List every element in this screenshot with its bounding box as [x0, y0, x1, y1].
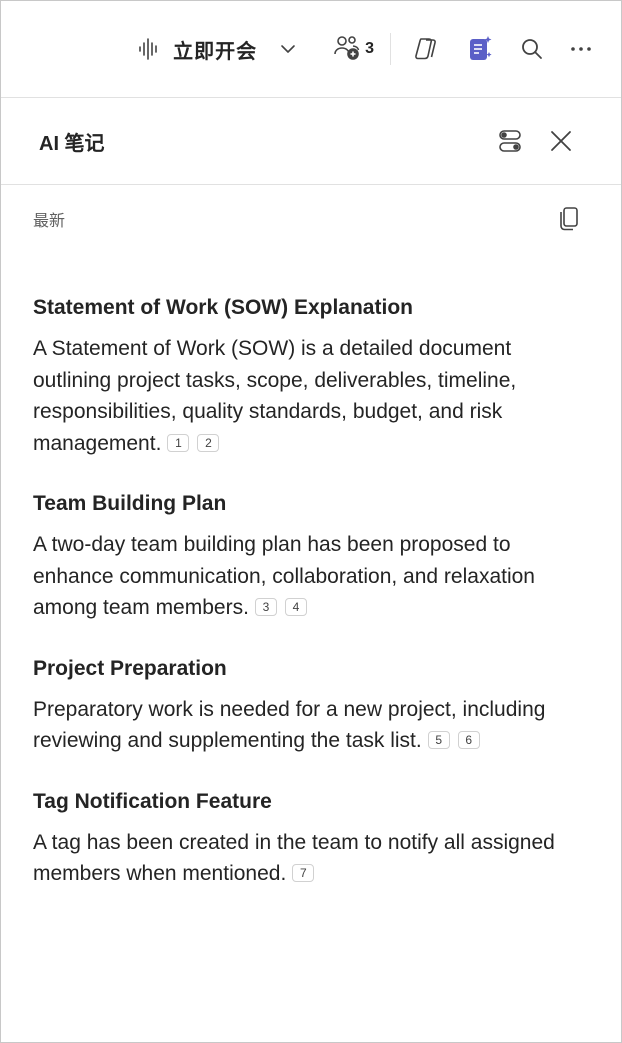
panel-header: AI 笔记: [1, 98, 621, 185]
note-section-title: Tag Notification Feature: [33, 789, 272, 813]
citation-badge[interactable]: 7: [292, 864, 315, 882]
participants-count: 3: [365, 40, 374, 57]
latest-row: 最新: [33, 185, 581, 253]
note-section-title: Project Preparation: [33, 656, 227, 680]
note-section: Tag Notification Feature A tag has been …: [33, 787, 581, 890]
ai-notes-icon[interactable]: [465, 34, 495, 64]
note-section-title: Statement of Work (SOW) Explanation: [33, 296, 413, 319]
add-people-icon: [333, 34, 361, 65]
citation-badge[interactable]: 5: [427, 731, 450, 749]
note-section-body: Preparatory work is needed for a new pro…: [33, 694, 581, 757]
latest-label: 最新: [33, 213, 66, 230]
citation-badge[interactable]: 4: [284, 598, 307, 616]
note-section: Statement of Work (SOW) Explanation A St…: [33, 293, 581, 459]
audio-wave-icon: [137, 37, 161, 61]
citation-badge[interactable]: 2: [197, 433, 220, 452]
note-section-title: Team Building Plan: [33, 492, 227, 515]
citation-badge[interactable]: 3: [254, 598, 277, 616]
citation-badge[interactable]: 1: [167, 433, 190, 452]
note-section-text: A two-day team building plan has been pr…: [33, 533, 535, 619]
notes-content: 最新 Statement of Work (SOW) Explanation A…: [1, 185, 621, 890]
note-section: Project Preparation Preparatory work is …: [33, 654, 581, 757]
toggle-settings-icon[interactable]: [497, 128, 523, 154]
note-section: Team Building Plan A two-day team buildi…: [33, 489, 581, 624]
citation-badge[interactable]: 6: [457, 731, 480, 749]
note-section-body: A two-day team building plan has been pr…: [33, 529, 581, 624]
copilot-icon[interactable]: [411, 34, 441, 64]
note-section-text: A Statement of Work (SOW) is a detailed …: [33, 337, 517, 455]
chevron-down-icon[interactable]: [279, 40, 297, 58]
participants-button[interactable]: 3: [333, 34, 374, 65]
app-window: 立即开会 3 AI 笔记 最新 Statement of Work (SOW) …: [0, 0, 622, 1043]
note-section-body: A Statement of Work (SOW) is a detailed …: [33, 333, 581, 459]
meet-now-label: 立即开会: [173, 40, 258, 63]
toolbar-divider: [390, 33, 391, 65]
more-icon[interactable]: [569, 37, 593, 61]
note-section-body: A tag has been created in the team to no…: [33, 827, 581, 890]
panel-title: AI 笔记: [39, 132, 105, 155]
meeting-toolbar: 立即开会 3: [1, 1, 621, 98]
close-icon[interactable]: [549, 129, 573, 153]
meet-now-button[interactable]: 立即开会: [137, 35, 297, 64]
copy-icon[interactable]: [557, 206, 581, 232]
search-icon[interactable]: [519, 36, 545, 62]
